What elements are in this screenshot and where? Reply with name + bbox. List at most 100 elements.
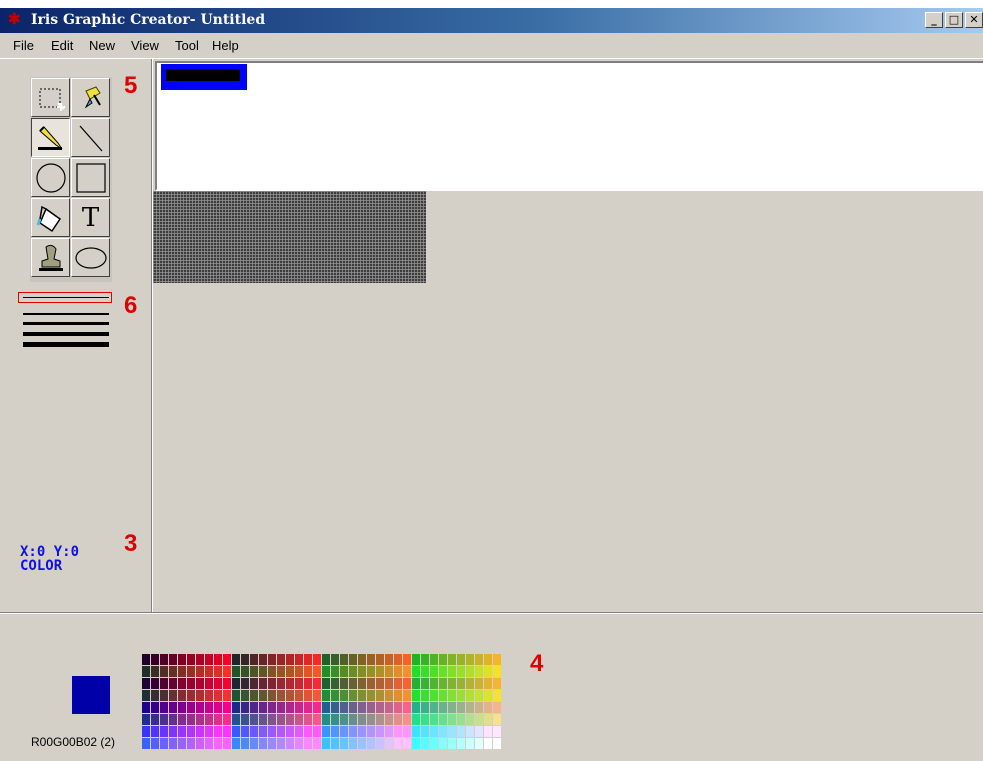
palette-swatch[interactable] [430, 738, 439, 750]
palette-swatch[interactable] [232, 702, 241, 714]
palette-swatch[interactable] [448, 714, 457, 726]
palette-swatch[interactable] [394, 738, 403, 750]
palette-swatch[interactable] [196, 678, 205, 690]
palette-swatch[interactable] [304, 726, 313, 738]
palette-swatch[interactable] [394, 714, 403, 726]
palette-swatch[interactable] [358, 666, 367, 678]
palette-swatch[interactable] [376, 726, 385, 738]
palette-swatch[interactable] [196, 702, 205, 714]
palette-swatch[interactable] [142, 654, 151, 666]
palette-swatch[interactable] [376, 738, 385, 750]
palette-swatch[interactable] [187, 738, 196, 750]
palette-swatch[interactable] [313, 702, 322, 714]
palette-swatch[interactable] [457, 654, 466, 666]
palette-swatch[interactable] [457, 678, 466, 690]
menu-tool[interactable]: Tool [175, 38, 199, 53]
palette-swatch[interactable] [466, 678, 475, 690]
palette-swatch[interactable] [484, 666, 493, 678]
palette-swatch[interactable] [151, 678, 160, 690]
palette-swatch[interactable] [142, 702, 151, 714]
palette-swatch[interactable] [475, 738, 484, 750]
palette-swatch[interactable] [232, 714, 241, 726]
line-width-1[interactable] [23, 297, 109, 298]
line-width-4[interactable] [23, 332, 109, 336]
palette-swatch[interactable] [421, 714, 430, 726]
palette-swatch[interactable] [214, 702, 223, 714]
palette-swatch[interactable] [205, 678, 214, 690]
palette-swatch[interactable] [304, 678, 313, 690]
palette-swatch[interactable] [466, 726, 475, 738]
palette-swatch[interactable] [169, 690, 178, 702]
palette-swatch[interactable] [268, 654, 277, 666]
palette-swatch[interactable] [340, 654, 349, 666]
palette-swatch[interactable] [160, 738, 169, 750]
color-picker-tool[interactable] [71, 78, 110, 117]
palette-swatch[interactable] [277, 690, 286, 702]
palette-swatch[interactable] [277, 702, 286, 714]
palette-swatch[interactable] [439, 738, 448, 750]
palette-swatch[interactable] [331, 738, 340, 750]
palette-swatch[interactable] [466, 738, 475, 750]
palette-swatch[interactable] [286, 714, 295, 726]
palette-swatch[interactable] [160, 654, 169, 666]
palette-swatch[interactable] [439, 666, 448, 678]
palette-swatch[interactable] [196, 666, 205, 678]
palette-swatch[interactable] [376, 702, 385, 714]
palette-swatch[interactable] [187, 714, 196, 726]
fill-tool[interactable] [31, 198, 70, 237]
palette-swatch[interactable] [250, 678, 259, 690]
palette-swatch[interactable] [178, 654, 187, 666]
palette-swatch[interactable] [277, 654, 286, 666]
line-width-5[interactable] [23, 342, 109, 347]
palette-swatch[interactable] [493, 702, 502, 714]
palette-swatch[interactable] [394, 654, 403, 666]
maximize-button[interactable]: □ [945, 12, 963, 28]
palette-swatch[interactable] [250, 738, 259, 750]
palette-swatch[interactable] [412, 690, 421, 702]
palette-swatch[interactable] [268, 666, 277, 678]
palette-swatch[interactable] [142, 714, 151, 726]
palette-swatch[interactable] [295, 738, 304, 750]
palette-swatch[interactable] [196, 654, 205, 666]
palette-swatch[interactable] [295, 690, 304, 702]
palette-swatch[interactable] [286, 678, 295, 690]
palette-swatch[interactable] [151, 666, 160, 678]
palette-swatch[interactable] [322, 678, 331, 690]
palette-swatch[interactable] [187, 678, 196, 690]
palette-swatch[interactable] [223, 678, 232, 690]
palette-swatch[interactable] [331, 654, 340, 666]
palette-swatch[interactable] [358, 726, 367, 738]
palette-swatch[interactable] [250, 666, 259, 678]
palette-swatch[interactable] [151, 702, 160, 714]
palette-swatch[interactable] [151, 654, 160, 666]
palette-swatch[interactable] [295, 666, 304, 678]
palette-swatch[interactable] [205, 714, 214, 726]
palette-swatch[interactable] [304, 702, 313, 714]
menu-new[interactable]: New [89, 38, 115, 53]
palette-swatch[interactable] [448, 726, 457, 738]
palette-swatch[interactable] [322, 726, 331, 738]
palette-swatch[interactable] [313, 714, 322, 726]
palette-swatch[interactable] [241, 654, 250, 666]
palette-swatch[interactable] [421, 690, 430, 702]
pencil-tool[interactable] [31, 118, 70, 157]
palette-swatch[interactable] [214, 738, 223, 750]
palette-swatch[interactable] [160, 678, 169, 690]
palette-swatch[interactable] [295, 654, 304, 666]
palette-swatch[interactable] [169, 714, 178, 726]
palette-swatch[interactable] [286, 702, 295, 714]
palette-swatch[interactable] [340, 666, 349, 678]
palette-swatch[interactable] [385, 726, 394, 738]
palette-swatch[interactable] [268, 702, 277, 714]
palette-swatch[interactable] [322, 702, 331, 714]
palette-swatch[interactable] [313, 738, 322, 750]
palette-swatch[interactable] [466, 714, 475, 726]
circle-tool[interactable] [31, 158, 70, 197]
palette-swatch[interactable] [376, 714, 385, 726]
palette-swatch[interactable] [331, 690, 340, 702]
palette-swatch[interactable] [412, 654, 421, 666]
palette-swatch[interactable] [385, 702, 394, 714]
line-width-2[interactable] [23, 313, 109, 315]
palette-swatch[interactable] [439, 726, 448, 738]
palette-swatch[interactable] [439, 654, 448, 666]
